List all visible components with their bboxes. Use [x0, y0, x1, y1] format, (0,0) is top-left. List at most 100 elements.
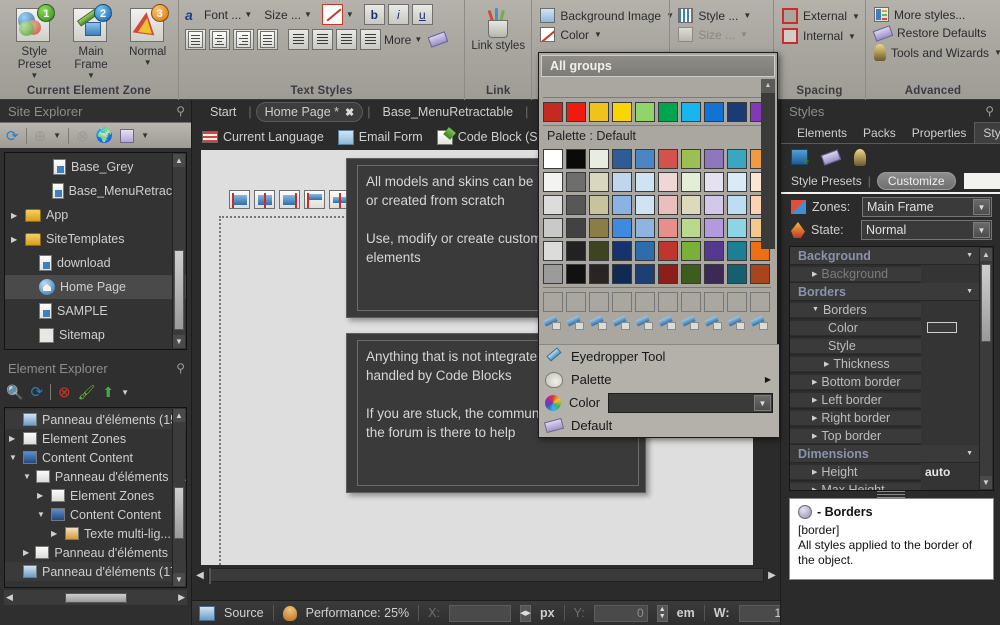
color-swatch[interactable]: [566, 172, 586, 192]
styles-tab[interactable]: Elements: [789, 123, 855, 143]
source-icon[interactable]: [199, 606, 215, 621]
color-swatch[interactable]: [589, 264, 609, 284]
color-swatch[interactable]: [704, 102, 724, 122]
chevron-down-icon[interactable]: ▼: [754, 395, 771, 411]
scroll-down-arrow[interactable]: ▼: [980, 476, 992, 489]
border-size-button[interactable]: Size ... ▼: [674, 25, 752, 44]
align-left-button[interactable]: [185, 29, 206, 50]
element-tree-item[interactable]: ▼Panneau d'éléments (...: [5, 467, 186, 486]
chevron-down-icon[interactable]: ▼: [87, 72, 95, 79]
increase-indent-button[interactable]: [360, 29, 381, 50]
align-right-button[interactable]: [233, 29, 254, 50]
element-quick-item[interactable]: Email Form: [338, 130, 423, 145]
property-row[interactable]: ▶Top border: [790, 427, 979, 445]
scroll-down-arrow[interactable]: ▼: [173, 573, 185, 586]
chevron-down-icon[interactable]: ▼: [141, 132, 149, 139]
source-label[interactable]: Source: [224, 606, 264, 620]
clear-formatting-icon[interactable]: [428, 31, 449, 47]
delete-icon[interactable]: ⊗: [58, 383, 71, 401]
bullet-list-button[interactable]: [288, 29, 309, 50]
element-tree-item[interactable]: ▶Panneau d'éléments (...: [5, 543, 186, 562]
eyedropper-icon[interactable]: [704, 315, 724, 331]
scroll-left-arrow[interactable]: ◀: [6, 592, 13, 603]
color-swatch[interactable]: [566, 241, 586, 261]
color-swatch[interactable]: [543, 102, 563, 122]
background-image-button[interactable]: Background Image ▼: [536, 6, 678, 25]
scroll-up-arrow[interactable]: ▲: [173, 154, 185, 167]
chevron-down-icon[interactable]: ▼: [994, 49, 1000, 56]
color-swatch[interactable]: [681, 149, 701, 169]
hscroll-thumb[interactable]: [65, 593, 127, 603]
property-value-cell[interactable]: [921, 427, 979, 445]
property-value-cell[interactable]: [921, 337, 979, 355]
chevron-down-icon[interactable]: ▼: [966, 252, 973, 259]
expand-arrow-icon[interactable]: ▼: [812, 306, 819, 313]
custom-color-slot[interactable]: [612, 292, 632, 312]
align-icon-3[interactable]: [279, 190, 300, 209]
save-style-icon[interactable]: [791, 149, 808, 165]
property-row[interactable]: ▶Left border: [790, 391, 979, 409]
color-swatch[interactable]: [727, 149, 747, 169]
chevron-down-icon[interactable]: ▼: [30, 72, 38, 79]
scroll-up-arrow[interactable]: ▲: [761, 79, 775, 93]
property-value-cell[interactable]: [921, 391, 979, 409]
site-tree-item[interactable]: SAMPLE: [5, 299, 186, 323]
bold-button[interactable]: b: [364, 4, 385, 25]
chevron-down-icon[interactable]: ▼: [53, 132, 61, 139]
custom-swatch-row[interactable]: [539, 292, 777, 312]
styles-tab[interactable]: Packs: [855, 123, 904, 143]
color-swatch[interactable]: [612, 149, 632, 169]
chevron-down-icon[interactable]: ▼: [852, 13, 860, 20]
expand-arrow-icon[interactable]: ▶: [812, 270, 817, 278]
color-swatch[interactable]: [704, 264, 724, 284]
size-dropdown-label[interactable]: Size ...: [264, 8, 301, 22]
palette-swatch-grid[interactable]: [539, 149, 777, 284]
color-swatch[interactable]: [681, 241, 701, 261]
text-color-none-button[interactable]: [322, 4, 343, 25]
element-tree-item[interactable]: Panneau d'éléments (17): [5, 562, 186, 581]
custom-color-slot[interactable]: [681, 292, 701, 312]
color-swatch[interactable]: [566, 102, 586, 122]
close-icon[interactable]: ✖: [345, 106, 354, 119]
color-swatch[interactable]: [681, 264, 701, 284]
color-swatch[interactable]: [589, 218, 609, 238]
property-list-scrollbar[interactable]: ▲ ▼: [979, 248, 992, 489]
color-swatch[interactable]: [635, 264, 655, 284]
site-tree-item[interactable]: Home Page: [5, 275, 186, 299]
font-dropdown-label[interactable]: Font ...: [204, 8, 241, 22]
document-tab[interactable]: Home Page *✖: [256, 102, 364, 122]
scroll-right-arrow[interactable]: ▶: [764, 570, 780, 581]
expand-arrow-icon[interactable]: ▶: [824, 360, 829, 368]
expand-arrow-icon[interactable]: ▼: [23, 472, 31, 481]
zones-select[interactable]: Main Frame ▼: [862, 197, 992, 217]
expand-arrow-icon[interactable]: ▶: [9, 434, 18, 443]
clear-style-icon[interactable]: [821, 149, 842, 165]
styles-tab[interactable]: Properties: [904, 123, 975, 143]
zoom-search-icon[interactable]: 🔍: [6, 384, 23, 401]
expand-arrow-icon[interactable]: ▶: [11, 211, 20, 220]
pin-icon[interactable]: ⚲: [985, 104, 994, 118]
element-quick-item[interactable]: Code Block (So: [437, 130, 545, 145]
italic-button[interactable]: i: [388, 4, 409, 25]
color-swatch[interactable]: [681, 218, 701, 238]
expand-arrow-icon[interactable]: ▶: [37, 491, 46, 500]
align-icon-4[interactable]: [304, 190, 325, 209]
color-swatch[interactable]: [658, 195, 678, 215]
eyedropper-icon[interactable]: [635, 315, 655, 331]
add-icon[interactable]: ⊕: [34, 127, 47, 145]
color-swatch[interactable]: [727, 172, 747, 192]
x-coordinate-field[interactable]: [449, 605, 511, 622]
color-swatch[interactable]: [543, 241, 563, 261]
color-swatch[interactable]: [704, 218, 724, 238]
eyedropper-icon[interactable]: [566, 315, 586, 331]
color-swatch[interactable]: [635, 149, 655, 169]
chevron-down-icon[interactable]: ▼: [743, 12, 751, 19]
tools-and-wizards-button[interactable]: Tools and Wizards ▼: [870, 42, 1000, 63]
expand-arrow-icon[interactable]: ▼: [9, 453, 18, 462]
pin-icon[interactable]: ⚲: [176, 104, 185, 118]
property-row[interactable]: ▼Borders: [790, 301, 979, 319]
delete-icon[interactable]: ⊗: [76, 127, 89, 145]
chevron-down-icon[interactable]: ▼: [966, 288, 973, 295]
custom-color-slot[interactable]: [543, 292, 563, 312]
styles-tab[interactable]: Styles: [974, 122, 1000, 143]
